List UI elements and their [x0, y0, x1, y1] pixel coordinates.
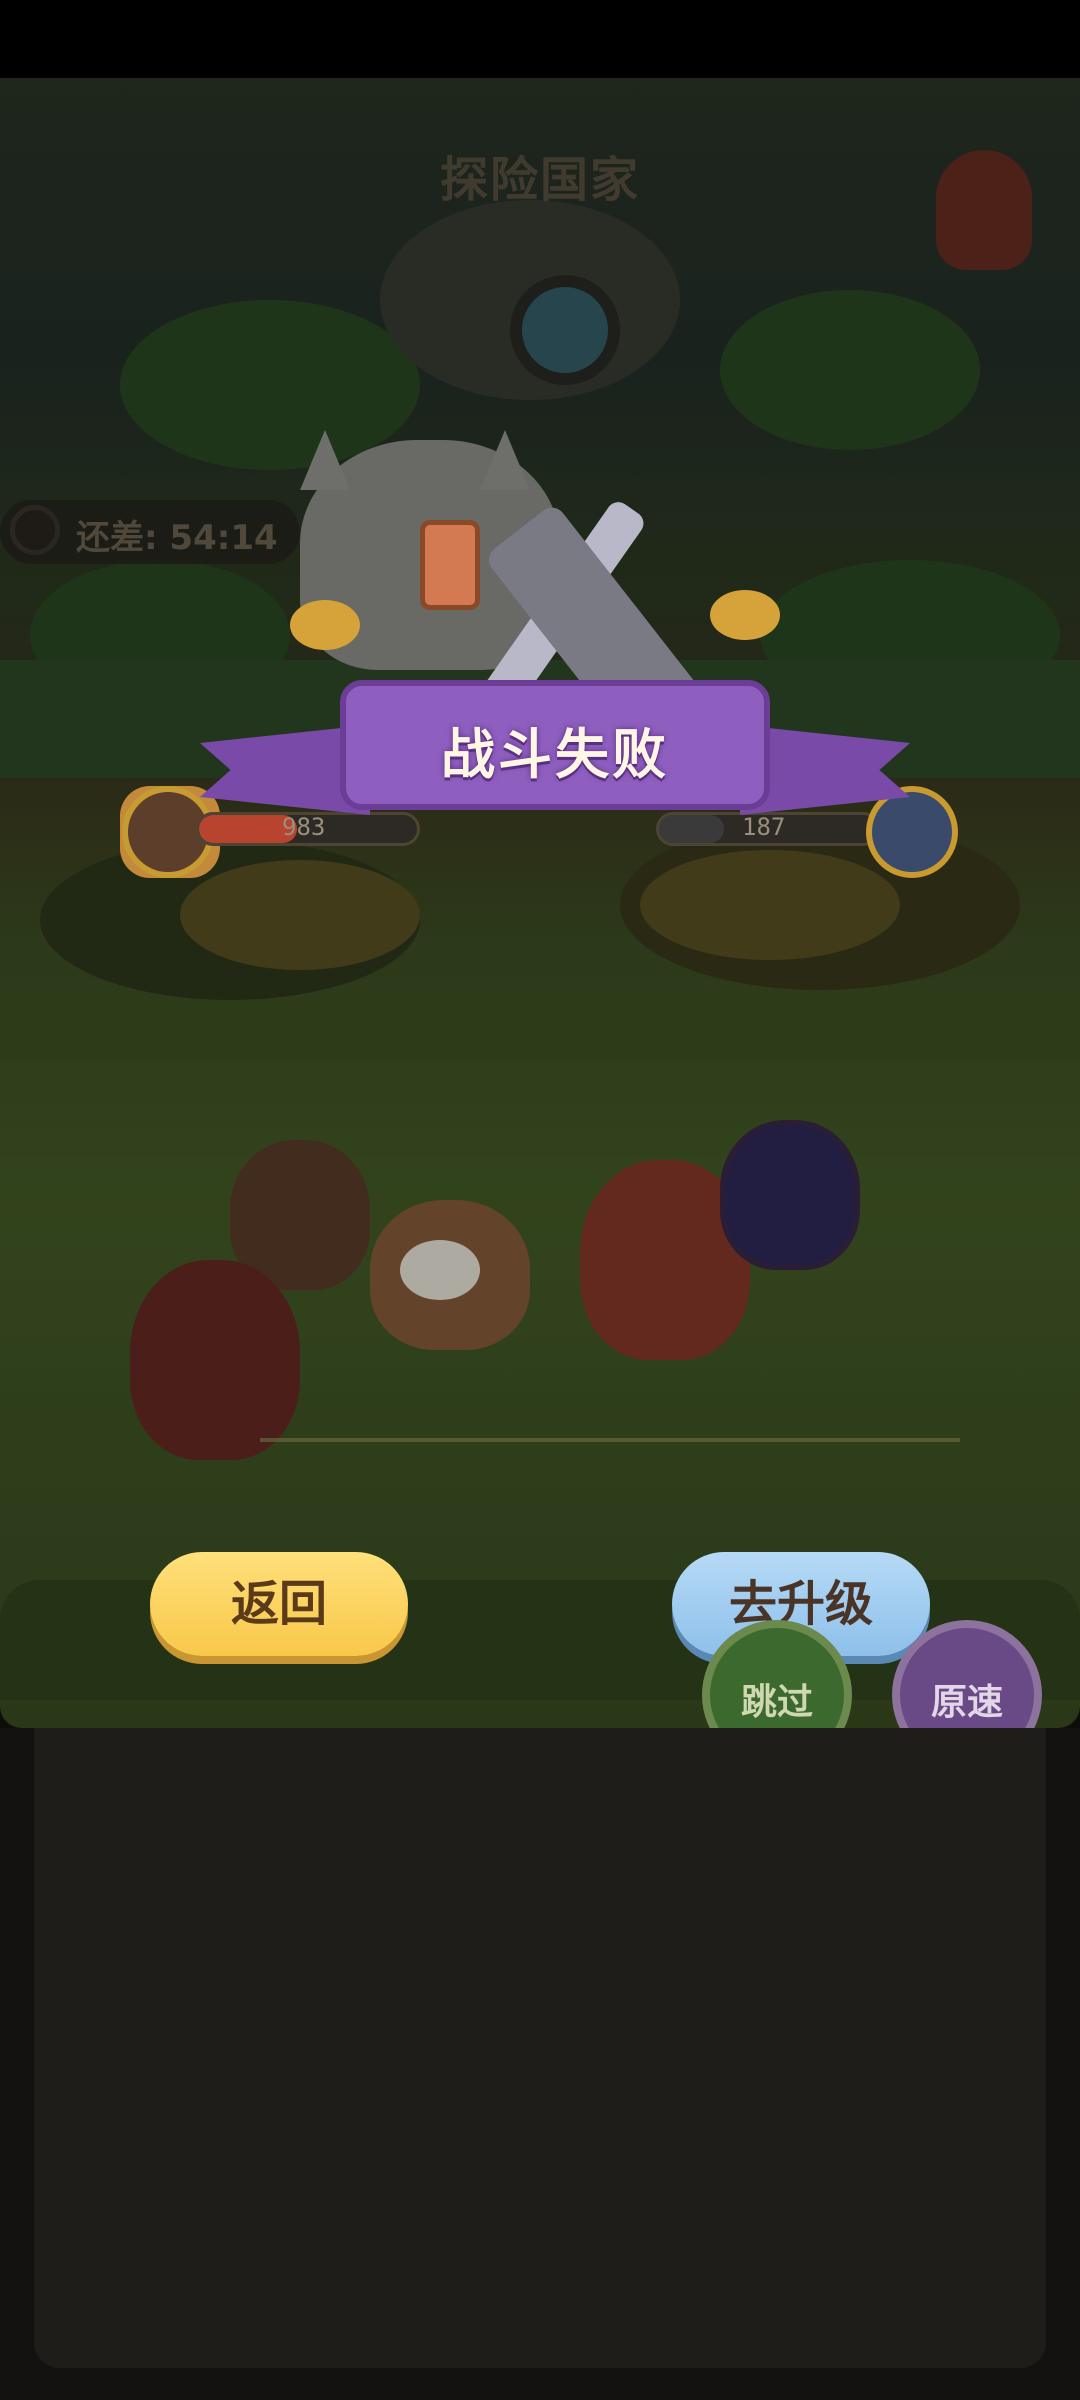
hammer-icon	[420, 520, 480, 610]
result-banner-text: 战斗失败	[441, 723, 669, 786]
return-button[interactable]: 返回	[150, 1552, 408, 1656]
enemy-hp-fill	[659, 815, 725, 843]
trumpet-icon	[710, 590, 780, 640]
bottom-panel	[34, 1728, 1046, 2368]
enemy-hp-text: 187	[742, 813, 786, 841]
status-bar	[0, 0, 1080, 78]
result-dim-overlay	[0, 78, 1080, 1728]
player-hp-text: 983	[282, 813, 326, 841]
trumpet-icon	[290, 600, 360, 650]
